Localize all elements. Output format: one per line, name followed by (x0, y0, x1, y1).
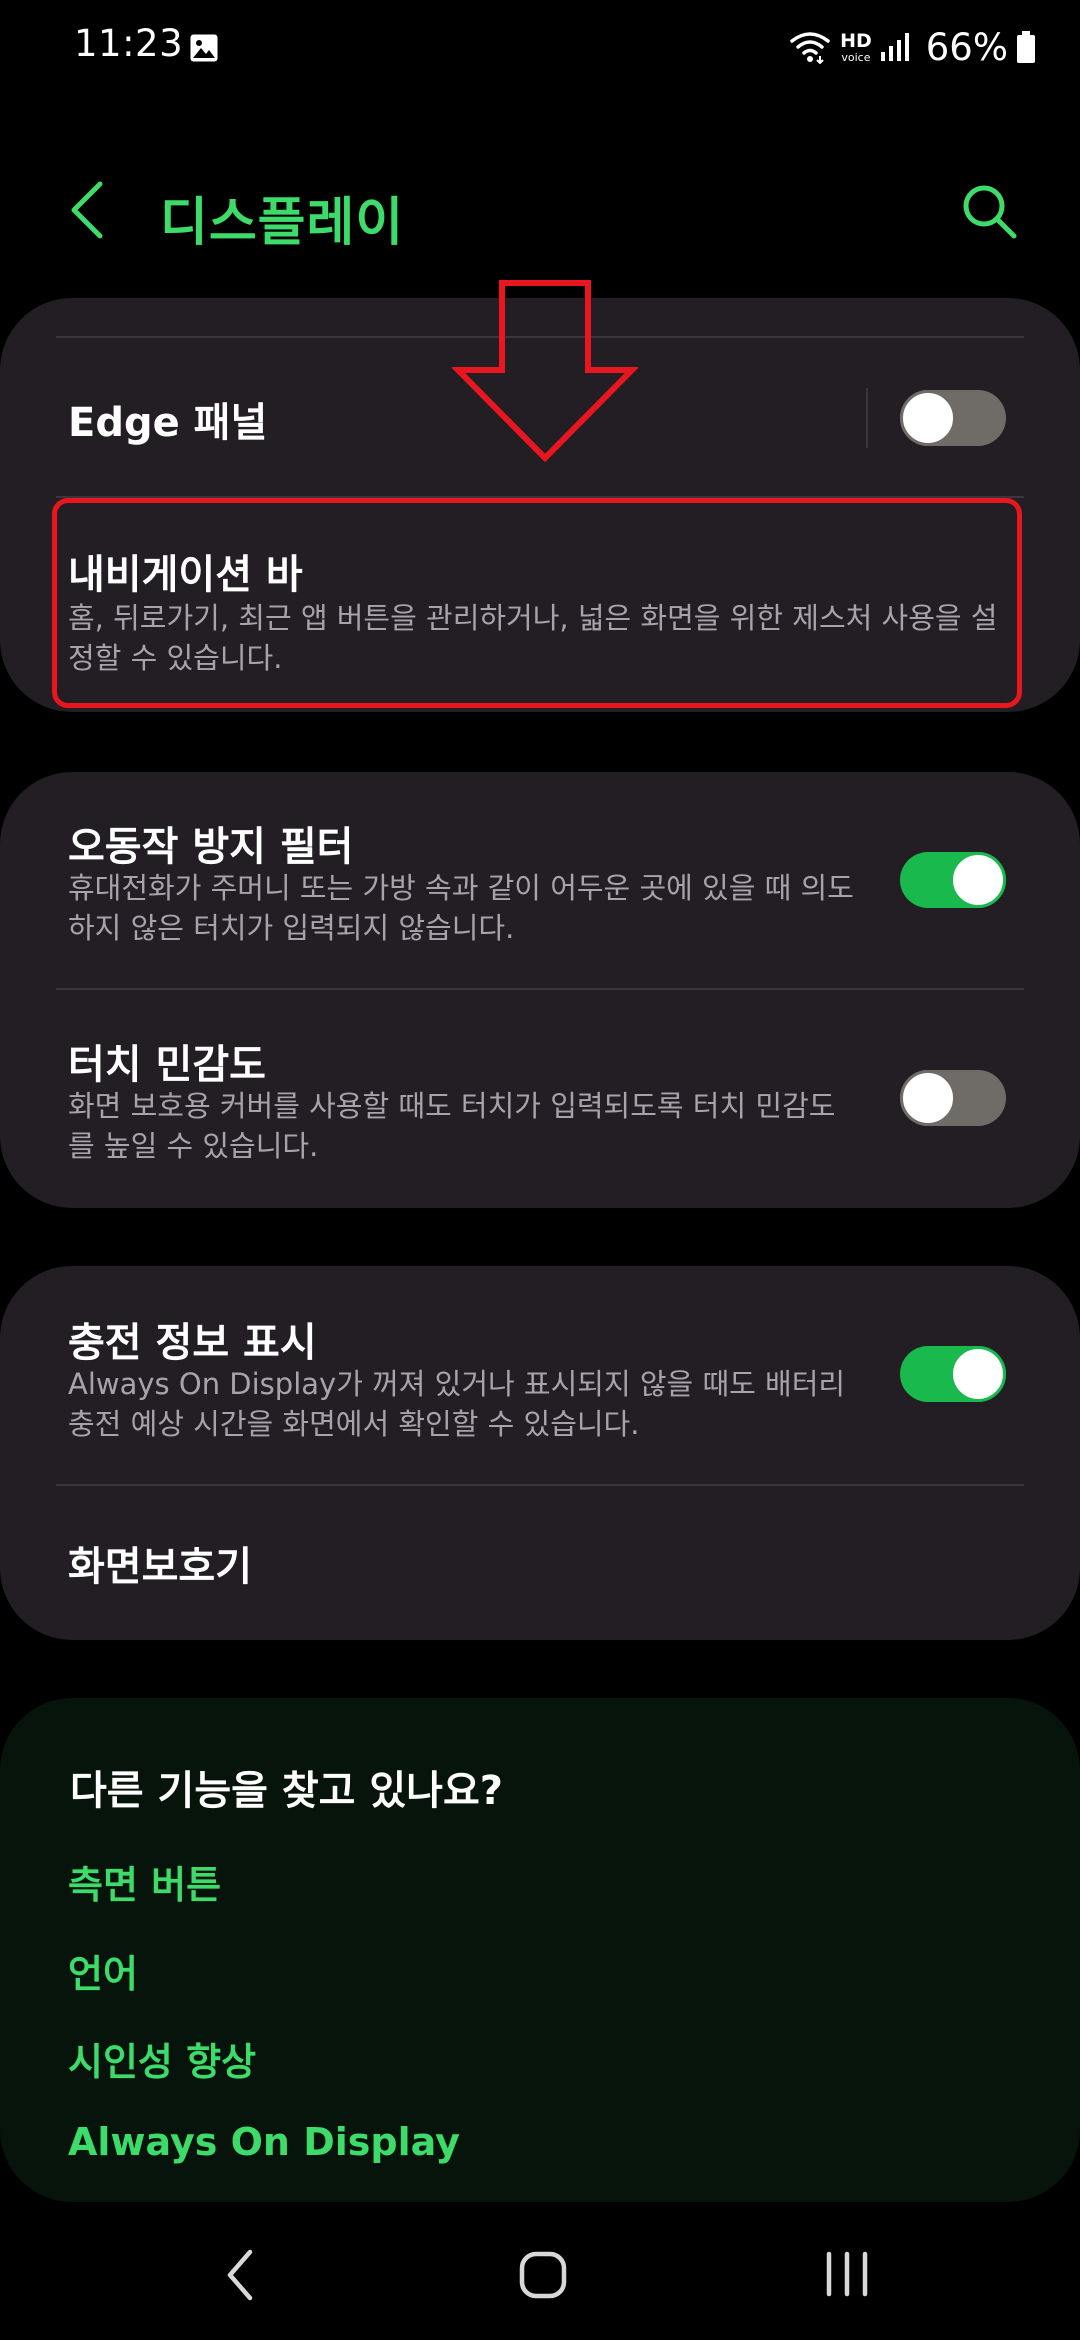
battery-icon (1017, 31, 1035, 63)
search-icon[interactable] (958, 180, 1020, 242)
edge-panel-title: Edge 패널 (68, 400, 268, 446)
signal-icon (880, 33, 909, 61)
page-title: 디스플레이 (160, 193, 405, 253)
edge-panel-toggle[interactable] (900, 390, 1006, 446)
app-header: 디스플레이 (0, 150, 1080, 270)
suggestion-link-language[interactable]: 언어 (68, 1943, 138, 1998)
status-icons: HD voice 66% (790, 22, 1036, 72)
touch-sensitivity-subtitle: 화면 보호용 커버를 사용할 때도 터치가 입력되도록 터치 민감도를 높일 수… (68, 1089, 836, 1163)
status-bar: 11:23 HD voice 66% (0, 0, 1080, 96)
suggestion-link-always-on-display[interactable]: Always On Display (68, 2120, 460, 2164)
down-arrow-annotation (452, 280, 638, 462)
toggle-knob (950, 1346, 1006, 1402)
touch-sensitivity-toggle[interactable] (900, 1070, 1006, 1126)
charging-info-title: 충전 정보 표시 (68, 1320, 317, 1366)
suggestion-link-side-button[interactable]: 측면 버튼 (68, 1854, 221, 1909)
nav-back-icon[interactable] (222, 2248, 262, 2302)
system-nav-bar (0, 2200, 1080, 2340)
nav-recents-icon[interactable] (822, 2250, 872, 2298)
accidental-touch-row[interactable]: 오동작 방지 필터 휴대전화가 주머니 또는 가방 속과 같이 어두운 곳에 있… (0, 772, 1080, 988)
status-time: 11:23 (74, 22, 184, 65)
voice-label: voice (841, 50, 871, 64)
hd-label: HD (840, 29, 872, 52)
settings-card-3: 충전 정보 표시 Always On Display가 꺼져 있거나 표시되지 … (0, 1266, 1080, 1640)
touch-sensitivity-title: 터치 민감도 (68, 1042, 266, 1088)
back-arrow-icon[interactable] (64, 178, 114, 242)
charging-info-toggle[interactable] (900, 1346, 1006, 1402)
gallery-icon (190, 34, 218, 62)
wifi-icon (790, 32, 830, 64)
suggestions-card: 다른 기능을 찾고 있나요? 측면 버튼 언어 시인성 향상 Always On… (0, 1698, 1080, 2202)
toggle-knob (900, 1070, 956, 1126)
highlight-box (52, 498, 1022, 708)
battery-percent: 66% (925, 25, 1008, 69)
settings-card-2: 오동작 방지 필터 휴대전화가 주머니 또는 가방 속과 같이 어두운 곳에 있… (0, 772, 1080, 1208)
suggestions-title: 다른 기능을 찾고 있나요? (70, 1768, 503, 1814)
toggle-knob (950, 852, 1006, 908)
suggestion-link-visibility[interactable]: 시인성 향상 (68, 2031, 256, 2086)
toggle-knob (900, 390, 956, 446)
screen-saver-title: 화면보호기 (68, 1544, 252, 1590)
vertical-separator (866, 388, 868, 448)
nav-home-icon[interactable] (518, 2250, 568, 2300)
touch-sensitivity-row[interactable]: 터치 민감도 화면 보호용 커버를 사용할 때도 터치가 입력되도록 터치 민감… (0, 990, 1080, 1208)
screen-saver-row[interactable]: 화면보호기 (0, 1486, 1080, 1640)
charging-info-subtitle: Always On Display가 꺼져 있거나 표시되지 않을 때도 배터리… (68, 1367, 846, 1441)
accidental-touch-title: 오동작 방지 필터 (68, 824, 354, 870)
charging-info-row[interactable]: 충전 정보 표시 Always On Display가 꺼져 있거나 표시되지 … (0, 1266, 1080, 1484)
accidental-touch-toggle[interactable] (900, 852, 1006, 908)
accidental-touch-subtitle: 휴대전화가 주머니 또는 가방 속과 같이 어두운 곳에 있을 때 의도하지 않… (68, 871, 854, 945)
hd-voice-indicator: HD voice (840, 29, 872, 64)
